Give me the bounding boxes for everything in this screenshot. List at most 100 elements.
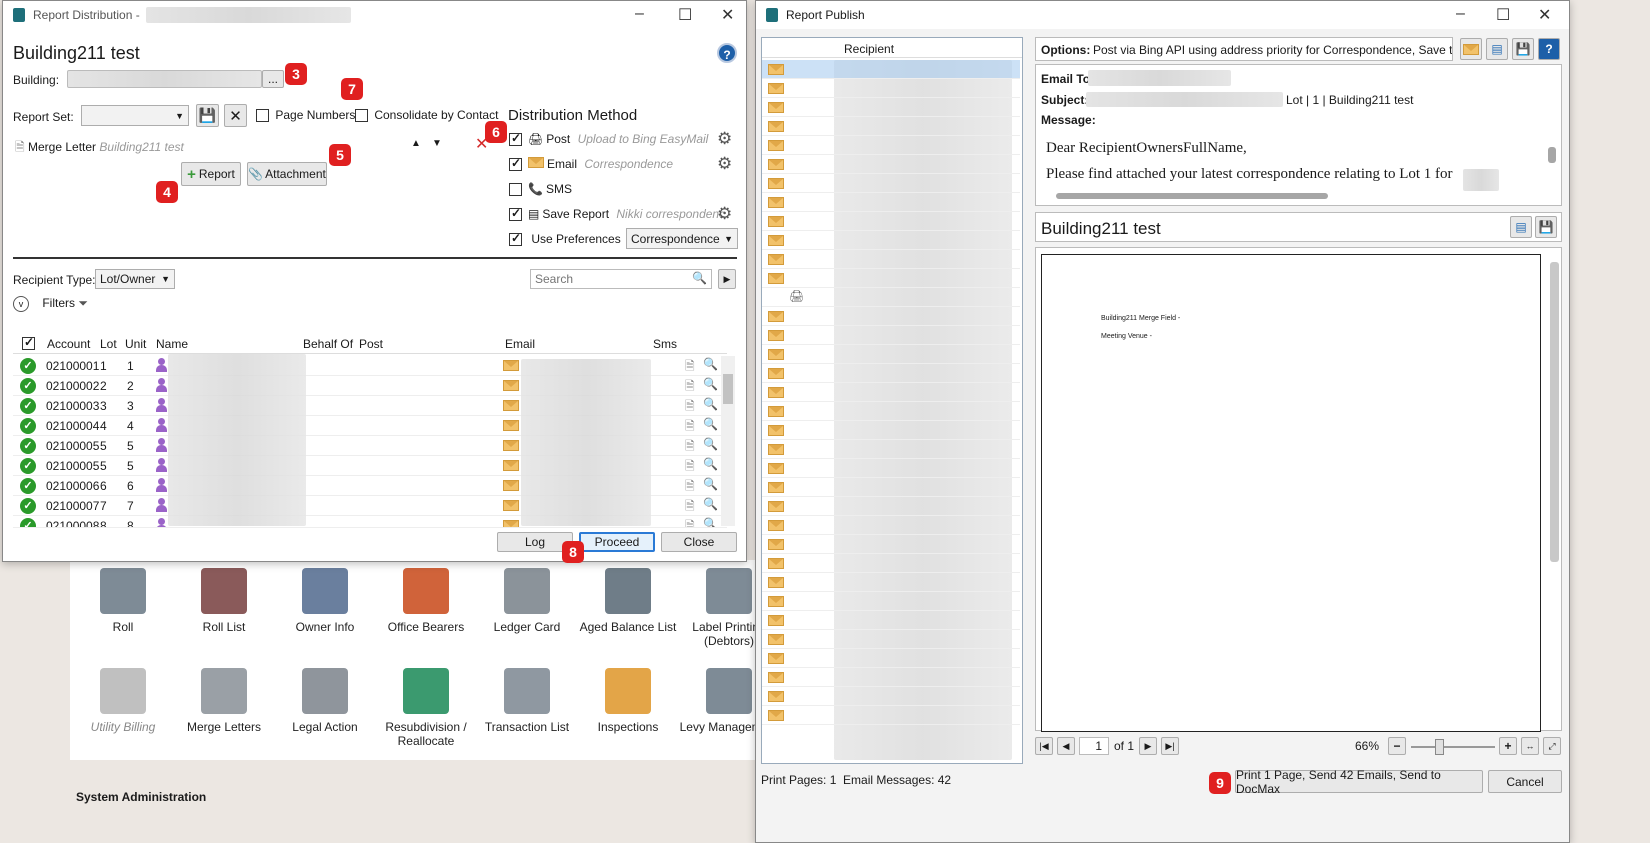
recipient-row[interactable] — [762, 269, 1020, 288]
vscrollbar-thumb[interactable] — [1548, 147, 1556, 163]
tile2-5[interactable]: Inspections — [578, 668, 678, 734]
tile2-1[interactable]: Merge Letters — [174, 668, 274, 734]
column-header-sms[interactable]: Sms — [653, 337, 677, 351]
move-up-icon[interactable]: ▲ — [411, 138, 421, 149]
tile-5[interactable]: Aged Balance List — [578, 568, 678, 634]
building-browse-button[interactable]: ... — [262, 70, 284, 88]
close-icon[interactable]: ✕ — [1538, 5, 1551, 25]
magnifier-icon[interactable]: 🔍 — [703, 457, 718, 471]
help-button[interactable]: ? — [717, 43, 737, 63]
document-icon[interactable]: 🗎 — [685, 457, 695, 478]
column-header-account[interactable]: Account — [47, 337, 90, 351]
use-preferences-select[interactable]: Correspondence ▼ — [626, 228, 738, 249]
page-numbers-option[interactable]: Page Numbers — [256, 108, 355, 123]
recipient-row[interactable] — [762, 136, 1020, 155]
preview-docmax-button[interactable]: ▤ — [1510, 216, 1532, 238]
recipient-row[interactable] — [762, 421, 1020, 440]
recipient-row[interactable] — [762, 174, 1020, 193]
recipient-row[interactable] — [762, 193, 1020, 212]
close-icon[interactable]: ✕ — [721, 5, 734, 25]
message-hscrollbar[interactable] — [1040, 192, 1540, 200]
docmax-button[interactable]: ▤ — [1486, 38, 1508, 60]
column-header-behalf-of[interactable]: Behalf Of — [303, 337, 353, 351]
search-input[interactable] — [531, 270, 691, 288]
recipient-row[interactable] — [762, 231, 1020, 250]
search-icon[interactable]: 🔍 — [692, 271, 707, 285]
preview-vscrollbar[interactable] — [1548, 248, 1561, 730]
recipient-row[interactable] — [762, 516, 1020, 535]
method-1[interactable]: Email Correspondence — [509, 156, 673, 172]
recipient-row[interactable] — [762, 554, 1020, 573]
recipient-row[interactable] — [762, 478, 1020, 497]
column-header-email[interactable]: Email — [505, 337, 535, 351]
magnifier-icon[interactable]: 🔍 — [703, 377, 718, 391]
consolidate-checkbox[interactable] — [355, 109, 368, 123]
recipient-row[interactable] — [762, 611, 1020, 630]
recipient-header[interactable]: Recipient — [844, 42, 894, 56]
search-go-button[interactable]: ▶ — [718, 269, 736, 289]
fit-width-button[interactable]: ↔ — [1521, 737, 1539, 755]
magnifier-icon[interactable]: 🔍 — [703, 417, 718, 431]
method-0[interactable]: 🖨Post Upload to Bing EasyMail — [509, 131, 708, 147]
recipient-row[interactable] — [762, 706, 1020, 725]
page-numbers-checkbox[interactable] — [256, 109, 269, 123]
method-3[interactable]: ▤Save Report Nikki correspondenc — [509, 206, 725, 222]
document-icon[interactable]: 🗎 — [685, 477, 695, 498]
document-icon[interactable]: 🗎 — [685, 517, 695, 527]
recipient-row[interactable] — [762, 307, 1020, 326]
tile-4[interactable]: Ledger Card — [477, 568, 577, 634]
report-set-select[interactable]: ▼ — [81, 105, 189, 126]
last-page-button[interactable]: ▶| — [1161, 737, 1179, 755]
magnifier-icon[interactable]: 🔍 — [703, 477, 718, 491]
recipient-row[interactable] — [762, 364, 1020, 383]
recipient-row[interactable] — [762, 98, 1020, 117]
recipient-row[interactable] — [762, 79, 1020, 98]
proceed-button[interactable]: Proceed — [579, 532, 655, 552]
document-icon[interactable]: 🗎 — [685, 397, 695, 418]
recipient-row[interactable] — [762, 326, 1020, 345]
building-field[interactable] — [67, 70, 262, 88]
recipient-row[interactable]: 🖨 — [762, 288, 1020, 307]
magnifier-icon[interactable]: 🔍 — [703, 357, 718, 371]
recipient-row[interactable] — [762, 212, 1020, 231]
use-preferences-option[interactable]: Use Preferences — [509, 231, 621, 247]
recipient-type-select[interactable]: Lot/Owner ▼ — [95, 269, 175, 289]
help-button[interactable]: ? — [1538, 38, 1560, 60]
zoom-slider-thumb[interactable] — [1435, 739, 1444, 755]
print-send-button[interactable]: Print 1 Page, Send 42 Emails, Send to Do… — [1235, 768, 1483, 796]
grid-scrollbar[interactable] — [721, 356, 735, 526]
prev-page-button[interactable]: ◀ — [1057, 737, 1075, 755]
document-icon[interactable]: 🗎 — [685, 417, 695, 438]
magnifier-icon[interactable]: 🔍 — [703, 437, 718, 451]
magnifier-icon[interactable]: 🔍 — [703, 397, 718, 411]
recipient-row[interactable] — [762, 592, 1020, 611]
column-header-unit[interactable]: Unit — [125, 337, 146, 351]
page-number-input[interactable]: 1 — [1079, 737, 1109, 755]
recipient-row[interactable] — [762, 649, 1020, 668]
email-options-button[interactable] — [1460, 38, 1482, 60]
hscrollbar-thumb[interactable] — [1056, 193, 1328, 199]
recipient-row[interactable] — [762, 345, 1020, 364]
tile2-2[interactable]: Legal Action — [275, 668, 375, 734]
use-preferences-checkbox[interactable] — [509, 231, 522, 247]
recipient-row[interactable] — [762, 573, 1020, 592]
recipient-row[interactable] — [762, 440, 1020, 459]
recipient-row[interactable] — [762, 155, 1020, 174]
save-button[interactable]: 💾 — [1512, 38, 1534, 60]
recipient-row[interactable] — [762, 383, 1020, 402]
magnifier-icon[interactable]: 🔍 — [703, 497, 718, 511]
recipient-row[interactable] — [762, 535, 1020, 554]
tile-2[interactable]: Owner Info — [275, 568, 375, 634]
recipient-row[interactable] — [762, 402, 1020, 421]
chevron-down-icon[interactable]: v — [13, 296, 29, 312]
recipient-row[interactable] — [762, 497, 1020, 516]
method-checkbox[interactable] — [509, 183, 522, 197]
consolidate-option[interactable]: Consolidate by Contact — [355, 108, 498, 123]
vscrollbar-thumb[interactable] — [1550, 262, 1559, 562]
gear-icon[interactable]: ⚙ — [717, 204, 732, 224]
method-checkbox[interactable] — [509, 206, 522, 222]
search-box[interactable]: 🔍 — [530, 269, 712, 289]
document-icon[interactable]: 🗎 — [685, 357, 695, 378]
save-report-set-button[interactable]: 💾 — [196, 104, 219, 127]
preview-save-button[interactable]: 💾 — [1535, 216, 1557, 238]
